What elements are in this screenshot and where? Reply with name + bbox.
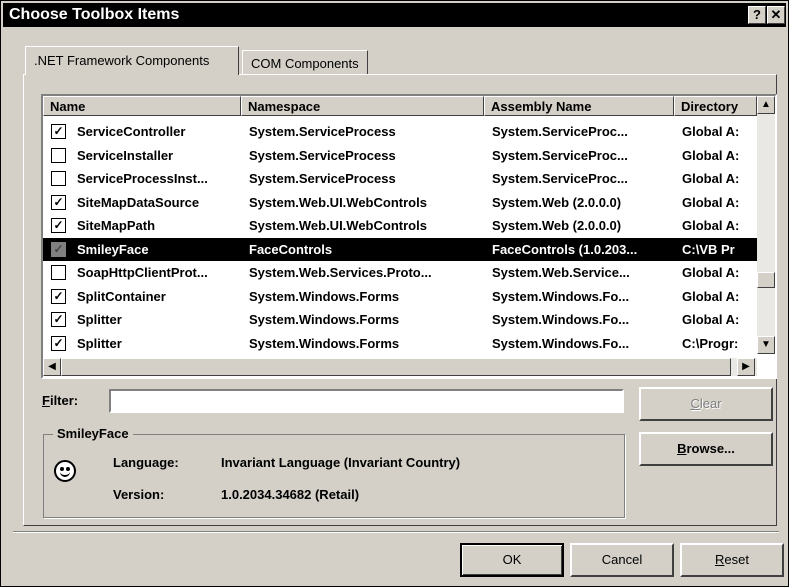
vertical-scrollbar[interactable]: ▲ ▼ bbox=[757, 96, 775, 354]
scroll-up-icon[interactable]: ▲ bbox=[757, 96, 775, 114]
cancel-button[interactable]: Cancel bbox=[570, 543, 674, 577]
row-checkbox[interactable]: ✓ bbox=[51, 194, 66, 210]
vertical-scroll-thumb[interactable] bbox=[757, 272, 775, 288]
table-row[interactable]: ✓ Splitter System.Windows.Forms System.Wind… bbox=[43, 308, 775, 331]
table-row[interactable]: ✓ SiteMapDataSource System.Web.UI.WebContr… bbox=[43, 191, 775, 214]
column-header-name[interactable]: Name bbox=[43, 96, 241, 116]
cell-assembly-name: System.Web (2.0.0.0) bbox=[492, 218, 622, 233]
filter-input[interactable] bbox=[109, 389, 624, 413]
cell-directory: Global A: bbox=[682, 218, 740, 233]
cell-directory: C:\VB Pr bbox=[682, 241, 735, 257]
cell-assembly-name: System.Web (2.0.0.0) bbox=[492, 194, 622, 210]
language-value: Invariant Language (Invariant Country) bbox=[221, 455, 461, 470]
cell-namespace: System.Web.UI.WebControls bbox=[249, 194, 427, 210]
tab-net-framework-components[interactable]: .NET Framework Components bbox=[25, 46, 239, 75]
cell-namespace: FaceControls bbox=[249, 241, 333, 257]
version-label: Version: bbox=[113, 487, 165, 502]
column-header-directory[interactable]: Directory bbox=[674, 96, 757, 116]
table-row[interactable]: ✓ SiteMapPath System.Web.UI.WebControls Sys… bbox=[43, 214, 775, 237]
cell-namespace: System.Windows.Forms bbox=[249, 335, 400, 351]
scroll-down-icon[interactable]: ▼ bbox=[757, 336, 775, 354]
ok-button[interactable]: OK bbox=[460, 543, 564, 577]
cell-directory: C:\Progr: bbox=[682, 335, 739, 351]
cell-assembly-name: System.Web.Service... bbox=[492, 265, 630, 280]
column-header-assembly-name[interactable]: Assembly Name bbox=[484, 96, 674, 116]
row-checkbox[interactable]: ✓ bbox=[51, 218, 66, 233]
components-list[interactable]: Name Namespace Assembly Name Directory ✓… bbox=[41, 94, 777, 379]
cell-assembly-name: FaceControls (1.0.203... bbox=[492, 241, 638, 257]
cell-directory: Global A: bbox=[682, 194, 740, 210]
table-row[interactable]: ✓ SplitContainer System.Windows.Forms Syste… bbox=[43, 285, 775, 308]
table-row[interactable]: ✓ ServiceController System.ServiceProcess S… bbox=[43, 120, 775, 143]
table-row[interactable]: ServiceProcessInst... System.ServiceProce… bbox=[43, 167, 775, 190]
cell-name: SiteMapPath bbox=[77, 218, 156, 233]
cell-namespace: System.Windows.Forms bbox=[249, 312, 400, 327]
table-row[interactable]: SoapHttpClientProt... System.Web.Services… bbox=[43, 261, 775, 284]
table-row[interactable]: ServiceInstaller System.ServiceProcess Sys… bbox=[43, 144, 775, 167]
tab-com-components[interactable]: COM Components bbox=[242, 50, 368, 75]
smiley-face-icon bbox=[54, 460, 76, 482]
dialog-title: Choose Toolbox Items bbox=[9, 6, 180, 23]
row-checkbox[interactable] bbox=[51, 171, 66, 186]
help-button[interactable]: ? bbox=[748, 6, 766, 24]
cell-assembly-name: System.ServiceProc... bbox=[492, 171, 628, 186]
cell-name: SoapHttpClientProt... bbox=[77, 265, 208, 280]
cell-name: ServiceProcessInst... bbox=[77, 171, 208, 186]
cell-namespace: System.ServiceProcess bbox=[249, 147, 396, 163]
cell-directory: Global A: bbox=[682, 147, 740, 163]
cell-assembly-name: System.ServiceProc... bbox=[492, 124, 628, 139]
cell-name: Splitter bbox=[77, 312, 122, 327]
cell-directory: Global A: bbox=[682, 265, 740, 280]
cell-name: ServiceController bbox=[77, 124, 186, 139]
cell-name: SplitContainer bbox=[77, 288, 166, 304]
cell-name: SmileyFace bbox=[77, 241, 149, 257]
cell-name: SiteMapDataSource bbox=[77, 194, 200, 210]
clear-button[interactable]: Clear bbox=[639, 387, 773, 421]
cell-namespace: System.ServiceProcess bbox=[249, 171, 396, 186]
close-button[interactable]: ✕ bbox=[767, 6, 785, 24]
title-bar[interactable]: Choose Toolbox Items ? ✕ bbox=[3, 3, 786, 27]
row-checkbox[interactable] bbox=[51, 265, 66, 280]
cell-directory: Global A: bbox=[682, 312, 740, 327]
choose-toolbox-items-dialog: Choose Toolbox Items ? ✕ .NET Framework … bbox=[0, 0, 789, 587]
row-checkbox[interactable]: ✓ bbox=[51, 288, 66, 304]
cell-directory: Global A: bbox=[682, 124, 740, 139]
list-header: Name Namespace Assembly Name Directory bbox=[43, 96, 775, 118]
cell-name: ServiceInstaller bbox=[77, 147, 174, 163]
row-checkbox[interactable]: ✓ bbox=[51, 312, 66, 327]
separator bbox=[13, 531, 779, 533]
scroll-left-icon[interactable]: ◀ bbox=[43, 358, 61, 376]
filter-label: Filter: bbox=[42, 393, 79, 408]
horizontal-scroll-thumb[interactable] bbox=[61, 358, 731, 376]
cell-namespace: System.ServiceProcess bbox=[249, 124, 396, 139]
scroll-right-icon[interactable]: ▶ bbox=[737, 358, 755, 376]
browse-button[interactable]: Browse... bbox=[639, 432, 773, 466]
cell-assembly-name: System.ServiceProc... bbox=[492, 147, 628, 163]
row-checkbox[interactable]: ✓ bbox=[51, 241, 66, 257]
details-groupbox bbox=[43, 434, 625, 518]
row-checkbox[interactable]: ✓ bbox=[51, 335, 66, 351]
table-row[interactable]: ✓ SmileyFace FaceControls FaceControls (1.0… bbox=[43, 237, 775, 261]
cell-namespace: System.Web.UI.WebControls bbox=[249, 218, 427, 233]
table-row[interactable]: ✓ Splitter System.Windows.Forms System.Wind… bbox=[43, 332, 775, 355]
cell-namespace: System.Windows.Forms bbox=[249, 288, 400, 304]
cell-assembly-name: System.Windows.Fo... bbox=[492, 335, 630, 351]
row-checkbox[interactable] bbox=[51, 147, 66, 163]
row-checkbox[interactable]: ✓ bbox=[51, 124, 66, 139]
details-title: SmileyFace bbox=[53, 426, 133, 441]
cell-namespace: System.Web.Services.Proto... bbox=[249, 265, 432, 280]
cell-name: Splitter bbox=[77, 335, 122, 351]
reset-button[interactable]: Reset bbox=[680, 543, 784, 577]
language-label: Language: bbox=[113, 455, 179, 470]
horizontal-scrollbar[interactable]: ◀ ▶ bbox=[43, 358, 757, 376]
cell-assembly-name: System.Windows.Fo... bbox=[492, 288, 630, 304]
cell-directory: Global A: bbox=[682, 288, 740, 304]
cell-assembly-name: System.Windows.Fo... bbox=[492, 312, 630, 327]
version-value: 1.0.2034.34682 (Retail) bbox=[221, 487, 360, 502]
column-header-namespace[interactable]: Namespace bbox=[241, 96, 484, 116]
cell-directory: Global A: bbox=[682, 171, 740, 186]
